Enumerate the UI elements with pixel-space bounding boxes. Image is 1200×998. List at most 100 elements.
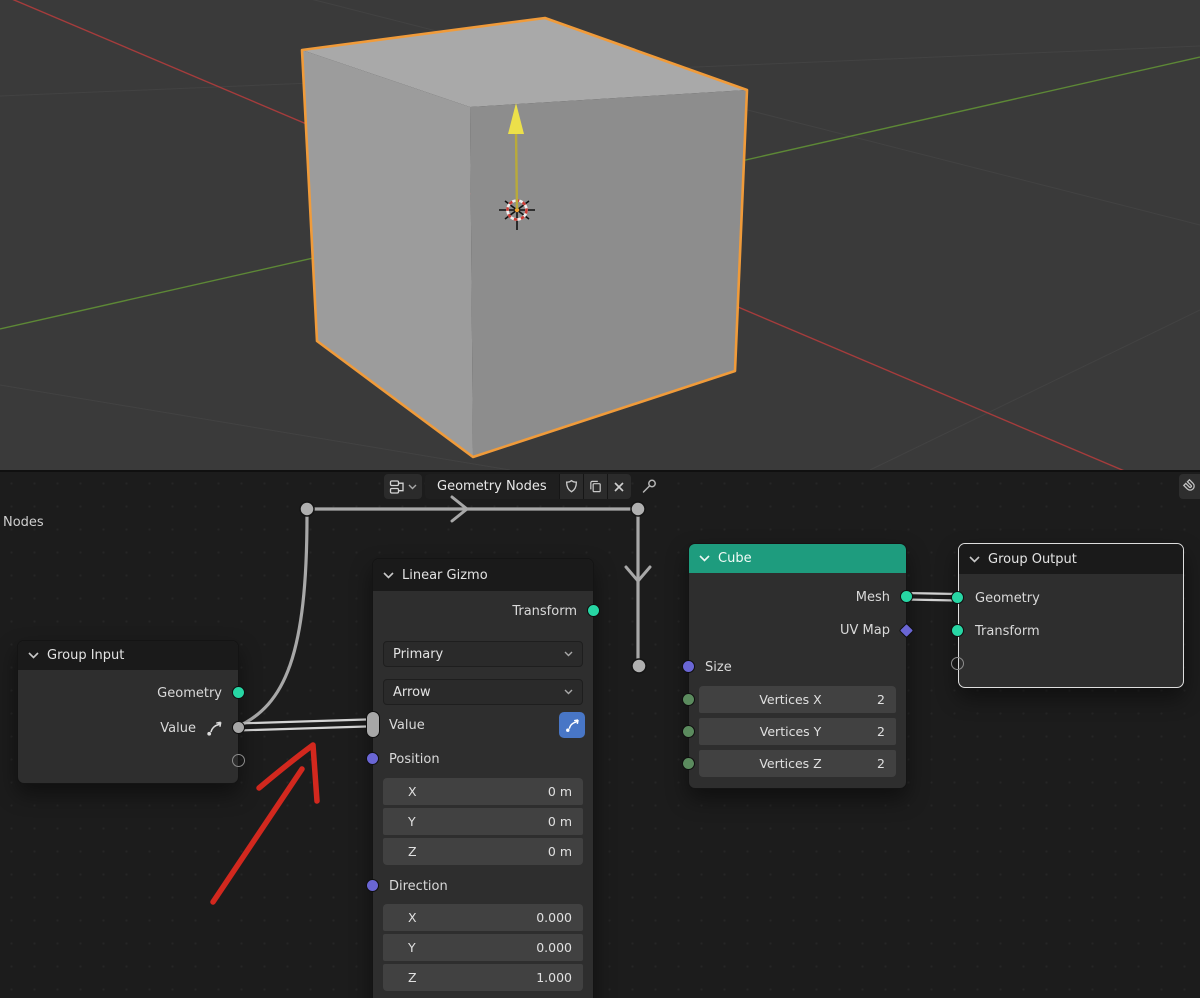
position-x-field[interactable]: X 0 m: [383, 778, 583, 805]
gizmo-dial-icon: [564, 717, 581, 734]
socket-label: Direction: [389, 879, 448, 894]
node-tree-menu-button[interactable]: [384, 474, 422, 499]
socket-label: Size: [705, 660, 732, 675]
editor-path-label: Nodes: [3, 515, 44, 530]
input-row-value: Value: [373, 711, 593, 739]
dropdown-value: Primary: [393, 647, 443, 662]
field-value: 2: [877, 756, 885, 771]
node-header[interactable]: Linear Gizmo: [373, 559, 593, 591]
position-input-socket[interactable]: [366, 752, 379, 765]
node-header[interactable]: Group Input: [18, 641, 238, 670]
value-output-socket[interactable]: [232, 721, 245, 734]
field-value: 1.000: [536, 970, 572, 985]
field-value: 2: [877, 692, 885, 707]
gizmo-mode-dropdown[interactable]: Primary: [383, 641, 583, 667]
cube-object[interactable]: [302, 18, 747, 457]
direction-y-field[interactable]: Y 0.000: [383, 934, 583, 961]
dropdown-value: Arrow: [393, 685, 431, 700]
collapse-chevron-icon[interactable]: [28, 652, 39, 659]
magnet-icon: [1182, 478, 1199, 495]
input-row-size: Size: [689, 654, 906, 680]
field-value: 0.000: [536, 910, 572, 925]
vertices-x-field[interactable]: Vertices X 2: [699, 686, 896, 713]
pin-button[interactable]: [640, 477, 659, 496]
snap-button[interactable]: [1179, 474, 1200, 499]
collapse-chevron-icon[interactable]: [969, 556, 980, 563]
field-label: Vertices Z: [710, 756, 871, 771]
transform-input-socket[interactable]: [951, 624, 964, 637]
node-cube[interactable]: Cube Mesh UV Map Size Vertices X 2 Verti…: [688, 543, 907, 789]
field-value: 2: [877, 724, 885, 739]
node-header[interactable]: Group Output: [959, 544, 1183, 574]
direction-z-field[interactable]: Z 1.000: [383, 964, 583, 991]
copy-icon: [588, 479, 603, 494]
axis-label: Y: [408, 814, 416, 829]
axis-label: Y: [408, 940, 416, 955]
node-title: Group Input: [47, 648, 124, 663]
socket-label: Value: [389, 718, 425, 733]
collapse-chevron-icon[interactable]: [699, 555, 710, 562]
vertices-y-field[interactable]: Vertices Y 2: [699, 718, 896, 745]
axis-label: Z: [408, 970, 417, 985]
direction-input-socket[interactable]: [366, 879, 379, 892]
3d-viewport[interactable]: [0, 0, 1200, 470]
axis-label: X: [408, 910, 417, 925]
mesh-output-socket[interactable]: [900, 590, 913, 603]
position-z-field[interactable]: Z 0 m: [383, 838, 583, 865]
node-group-input[interactable]: Group Input Geometry Value: [17, 640, 239, 784]
field-label: Vertices Y: [710, 724, 871, 739]
viewport-canvas: [0, 0, 1200, 470]
output-row-value: Value: [18, 714, 238, 742]
output-row-mesh: Mesh: [689, 584, 906, 610]
field-value: 0 m: [548, 844, 572, 859]
node-tree-selector: Geometry Nodes: [384, 474, 659, 499]
node-title: Group Output: [988, 552, 1077, 567]
size-input-socket[interactable]: [682, 660, 695, 673]
socket-label: Geometry: [157, 686, 222, 701]
node-title: Linear Gizmo: [402, 568, 488, 583]
unlink-button[interactable]: [607, 474, 631, 499]
vertices-y-input-socket[interactable]: [682, 725, 695, 738]
fake-user-button[interactable]: [559, 474, 583, 499]
socket-label: UV Map: [840, 623, 890, 638]
gizmo-shape-dropdown[interactable]: Arrow: [383, 679, 583, 705]
node-tree-icon: [389, 479, 406, 495]
collapse-chevron-icon[interactable]: [383, 572, 394, 579]
chevron-down-icon: [564, 689, 573, 695]
field-value: 0.000: [536, 940, 572, 955]
output-row-geometry: Geometry: [18, 679, 238, 707]
extend-input-socket[interactable]: [951, 657, 964, 670]
tree-name-group: Geometry Nodes: [425, 474, 631, 499]
value-multi-input-socket[interactable]: [366, 711, 380, 738]
geometry-input-socket[interactable]: [951, 591, 964, 604]
pin-icon: [640, 477, 659, 496]
vertices-z-input-socket[interactable]: [682, 757, 695, 770]
node-linear-gizmo[interactable]: Linear Gizmo Transform Primary Arrow Val…: [372, 558, 594, 998]
node-title: Cube: [718, 551, 752, 566]
shield-icon: [564, 479, 579, 494]
node-group-output[interactable]: Group Output Geometry Transform: [958, 543, 1184, 688]
field-value: 0 m: [548, 784, 572, 799]
tree-name-field[interactable]: Geometry Nodes: [425, 474, 559, 499]
axis-label: X: [408, 784, 417, 799]
geometry-output-socket[interactable]: [232, 686, 245, 699]
input-row-direction: Direction: [373, 872, 593, 900]
vertices-z-field[interactable]: Vertices Z 2: [699, 750, 896, 777]
gizmo-toggle-button[interactable]: [559, 712, 585, 738]
vertices-x-input-socket[interactable]: [682, 693, 695, 706]
field-value: 0 m: [548, 814, 572, 829]
socket-label: Transform: [512, 604, 577, 619]
gizmo-dial-icon: [205, 719, 224, 738]
blender-window: Nodes Geometry Nodes: [0, 0, 1200, 998]
node-header[interactable]: Cube: [689, 544, 906, 573]
input-row-position: Position: [373, 745, 593, 773]
duplicate-button[interactable]: [583, 474, 607, 499]
transform-output-socket[interactable]: [587, 604, 600, 617]
socket-label: Position: [389, 752, 440, 767]
chevron-down-icon: [564, 651, 573, 657]
position-y-field[interactable]: Y 0 m: [383, 808, 583, 835]
extend-output-socket[interactable]: [232, 754, 245, 767]
direction-x-field[interactable]: X 0.000: [383, 904, 583, 931]
socket-label: Mesh: [856, 590, 890, 605]
chevron-down-icon: [408, 484, 417, 490]
